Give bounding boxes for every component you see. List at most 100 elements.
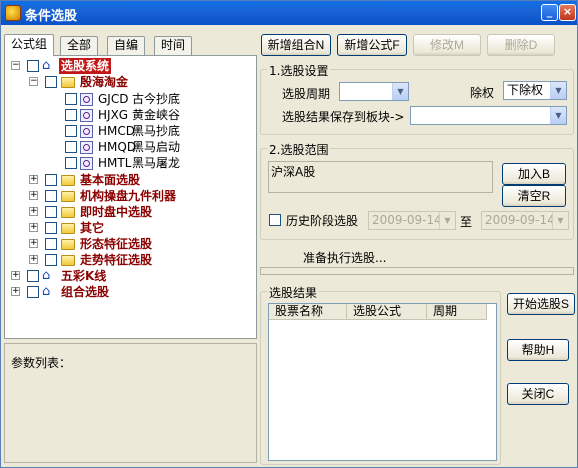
tab-formula-group[interactable]: 公式组 <box>4 34 55 56</box>
column-header[interactable]: 选股公式 <box>347 304 427 320</box>
node-checkbox[interactable] <box>65 125 77 137</box>
node-checkbox[interactable] <box>45 174 57 186</box>
tab-custom[interactable]: 自编 <box>107 36 146 55</box>
tree-node-formula[interactable]: HMTL 黑马屠龙 <box>5 155 255 171</box>
exright-label: 除权 <box>470 86 495 100</box>
results-table[interactable]: 股票名称 选股公式 周期 <box>268 303 497 461</box>
tree-node-root[interactable]: + ⌂ 五彩K线 <box>5 268 255 284</box>
collapse-icon[interactable]: − <box>11 61 20 70</box>
tree-node-folder[interactable]: + 形态特征选股 <box>5 236 255 252</box>
node-checkbox[interactable] <box>65 157 77 169</box>
tree-node-formula[interactable]: HMQD 黑马启动 <box>5 139 255 155</box>
start-screening-button[interactable]: 开始选股S <box>507 293 575 315</box>
formula-code: HJXG <box>98 108 129 122</box>
tree-label: 即时盘中选股 <box>80 205 153 219</box>
node-checkbox[interactable] <box>45 76 57 88</box>
period-select[interactable]: ▼ <box>339 82 409 101</box>
settings-group-title: 1.选股设置 <box>267 62 331 79</box>
formula-icon <box>80 109 93 122</box>
formula-code: HMQD <box>98 140 137 154</box>
tree-node-formula[interactable]: GJCD 古今抄底 <box>5 91 255 107</box>
node-checkbox[interactable] <box>45 222 57 234</box>
close-window-button[interactable]: × <box>559 4 576 21</box>
tab-time[interactable]: 时间 <box>154 36 193 55</box>
range-list[interactable]: 沪深A股 <box>268 161 493 193</box>
expand-icon[interactable]: + <box>29 191 38 200</box>
add-range-button[interactable]: 加入B <box>502 163 566 185</box>
formula-name: 黑马屠龙 <box>132 156 181 170</box>
to-label: 至 <box>460 215 473 229</box>
node-checkbox[interactable] <box>27 270 39 282</box>
home-icon: ⌂ <box>42 284 51 299</box>
dropdown-arrow-icon: ▼ <box>550 107 566 124</box>
tree-node-root[interactable]: + ⌂ 组合选股 <box>5 284 255 300</box>
node-checkbox[interactable] <box>45 190 57 202</box>
save-to-block-label: 选股结果保存到板块-> <box>282 110 405 124</box>
formula-name: 黑马抄底 <box>132 124 181 138</box>
range-item: 沪深A股 <box>271 165 316 179</box>
folder-icon <box>61 207 75 218</box>
dropdown-arrow-icon: ▼ <box>552 212 568 229</box>
formula-name: 黄金峡谷 <box>132 108 181 122</box>
formula-code: HMTL <box>98 156 132 170</box>
results-table-header: 股票名称 选股公式 周期 <box>269 304 496 320</box>
tree-label: 其它 <box>80 221 105 235</box>
node-checkbox[interactable] <box>45 254 57 266</box>
node-checkbox[interactable] <box>65 93 77 105</box>
node-checkbox[interactable] <box>45 206 57 218</box>
node-checkbox[interactable] <box>45 238 57 250</box>
expand-icon[interactable]: + <box>11 271 20 280</box>
help-button[interactable]: 帮助H <box>507 339 569 361</box>
tree-node-root[interactable]: − ⌂ 选股系统 <box>5 58 255 74</box>
title-bar: 条件选股 _ × <box>1 1 577 25</box>
expand-icon[interactable]: + <box>29 207 38 216</box>
tab-all[interactable]: 全部 <box>60 36 99 55</box>
column-header[interactable]: 周期 <box>427 304 487 320</box>
node-checkbox[interactable] <box>65 141 77 153</box>
settings-group: 1.选股设置 <box>260 62 574 135</box>
history-checkbox[interactable] <box>269 214 281 226</box>
modify-button[interactable]: 修改M <box>413 34 481 56</box>
tree-label: 组合选股 <box>61 285 110 299</box>
expand-icon[interactable]: + <box>29 223 38 232</box>
tree-node-folder[interactable]: + 机构操盘九件利器 <box>5 188 255 204</box>
collapse-icon[interactable]: − <box>29 77 38 86</box>
formula-tree[interactable]: − ⌂ 选股系统 − 殷海淘金 GJCD 古今抄底 HJXG 黄金峡谷 HMCD… <box>4 55 257 339</box>
new-group-button[interactable]: 新增组合N <box>261 34 331 56</box>
exright-select[interactable]: 下除权 ▼ <box>503 81 567 100</box>
column-header[interactable]: 股票名称 <box>269 304 347 320</box>
delete-button[interactable]: 删除D <box>487 34 555 56</box>
save-to-block-select[interactable]: ▼ <box>410 106 567 125</box>
minimize-button[interactable]: _ <box>541 4 558 21</box>
new-formula-button[interactable]: 新增公式F <box>337 34 407 56</box>
formula-icon <box>80 157 93 170</box>
date-from-picker[interactable]: 2009-09-14 ▼ <box>368 211 456 230</box>
tree-node-folder[interactable]: + 即时盘中选股 <box>5 204 255 220</box>
tree-label: 机构操盘九件利器 <box>80 189 177 203</box>
node-checkbox[interactable] <box>27 60 39 72</box>
tree-node-folder[interactable]: + 基本面选股 <box>5 172 255 188</box>
expand-icon[interactable]: + <box>11 287 20 296</box>
expand-icon[interactable]: + <box>29 255 38 264</box>
expand-icon[interactable]: + <box>29 239 38 248</box>
results-group-title: 选股结果 <box>267 284 320 301</box>
dropdown-arrow-icon: ▼ <box>550 82 566 99</box>
app-icon <box>5 5 21 21</box>
date-to-picker[interactable]: 2009-09-14 ▼ <box>481 211 569 230</box>
formula-icon <box>80 141 93 154</box>
tree-node-folder[interactable]: + 其它 <box>5 220 255 236</box>
node-checkbox[interactable] <box>65 109 77 121</box>
folder-icon <box>61 77 75 88</box>
tree-node-group[interactable]: − 殷海淘金 <box>5 74 255 90</box>
dropdown-arrow-icon: ▼ <box>392 83 408 100</box>
tree-label: 选股系统 <box>59 58 112 74</box>
tree-node-folder[interactable]: + 走势特征选股 <box>5 252 255 268</box>
tree-node-formula[interactable]: HMCD 黑马抄底 <box>5 123 255 139</box>
folder-icon <box>61 191 75 202</box>
clear-range-button[interactable]: 清空R <box>502 185 566 207</box>
tree-node-formula[interactable]: HJXG 黄金峡谷 <box>5 107 255 123</box>
formula-name: 黑马启动 <box>132 140 181 154</box>
close-button[interactable]: 关闭C <box>507 383 569 405</box>
expand-icon[interactable]: + <box>29 175 38 184</box>
node-checkbox[interactable] <box>27 286 39 298</box>
